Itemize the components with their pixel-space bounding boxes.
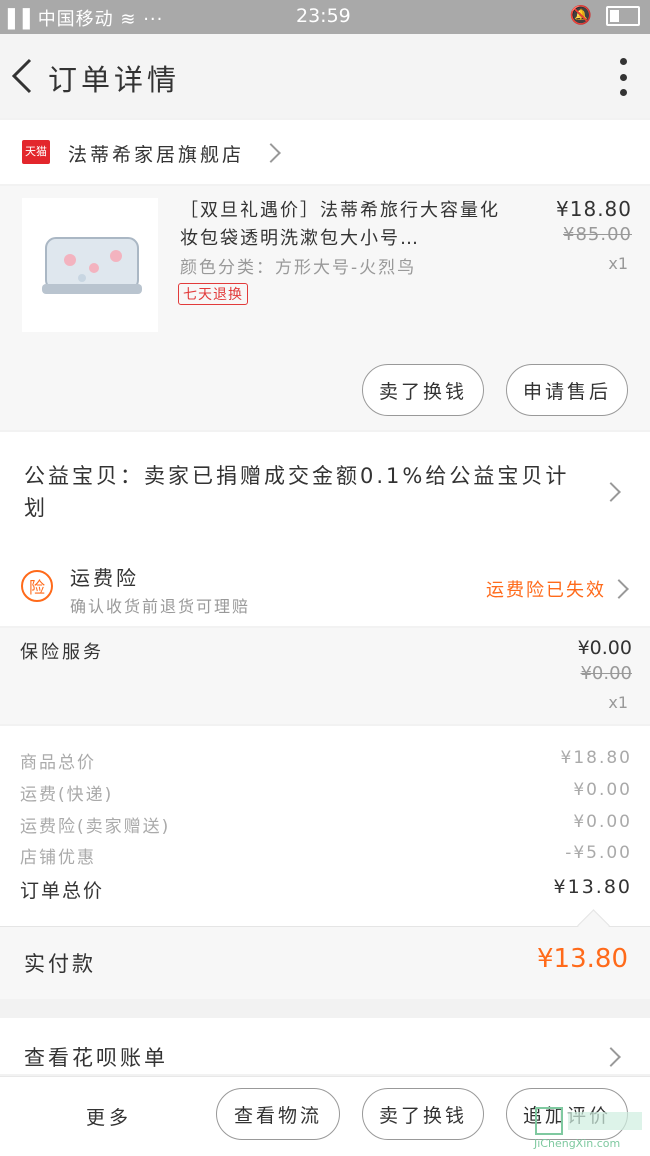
carrier-text: ▌▌中国移动 ≋ ··· bbox=[8, 9, 164, 30]
battery-icon bbox=[606, 5, 640, 26]
summary-row: 运费险(卖家赠送) ¥0.00 bbox=[20, 812, 632, 837]
paid-value: ¥13.80 bbox=[537, 944, 628, 974]
page-title: 订单详情 bbox=[48, 63, 181, 97]
insurance-status[interactable]: 运费险已失效 bbox=[486, 576, 606, 602]
insurance-icon: 险 bbox=[21, 570, 53, 602]
product-attributes: 颜色分类：方形大号-火烈鸟 bbox=[180, 258, 417, 278]
return-policy-badge: 七天退换 bbox=[178, 283, 248, 305]
status-bar: ▌▌中国移动 ≋ ··· 23:59 🔕 bbox=[0, 0, 650, 34]
product-original-price: ¥85.00 bbox=[563, 224, 632, 245]
charity-text: 公益宝贝：卖家已捐赠成交金额0.1%给公益宝贝计划 bbox=[24, 464, 570, 520]
sell-button[interactable]: 卖了换钱 bbox=[362, 364, 484, 416]
mute-bell-icon: 🔕 bbox=[569, 5, 592, 26]
shop-name[interactable]: 法蒂希家居旗舰店 bbox=[68, 140, 244, 167]
summary-row: 运费(快递) ¥0.00 bbox=[20, 780, 632, 805]
tmall-logo: 天猫 bbox=[22, 140, 50, 164]
paid-label: 实付款 bbox=[24, 952, 96, 976]
sell-button-bottom[interactable]: 卖了换钱 bbox=[362, 1088, 484, 1140]
service-quantity: x1 bbox=[608, 693, 628, 712]
clock: 23:59 bbox=[296, 5, 351, 27]
product-quantity: x1 bbox=[608, 254, 628, 273]
summary-row: 店铺优惠 -¥5.00 bbox=[20, 843, 632, 868]
view-logistics-button[interactable]: 查看物流 bbox=[216, 1088, 340, 1140]
service-name: 保险服务 bbox=[20, 642, 104, 663]
huabei-label[interactable]: 查看花呗账单 bbox=[24, 1042, 168, 1072]
overflow-menu-icon[interactable] bbox=[618, 58, 628, 96]
insurance-subtitle: 确认收货前退货可理赔 bbox=[70, 597, 251, 616]
after-sale-button[interactable]: 申请售后 bbox=[506, 364, 628, 416]
summary-row: 商品总价 ¥18.80 bbox=[20, 748, 632, 773]
more-button[interactable]: 更多 bbox=[86, 1103, 132, 1130]
service-original-price: ¥0.00 bbox=[580, 663, 632, 684]
product-title[interactable]: ［双旦礼遇价］法蒂希旅行大容量化妆包袋透明洗漱包大小号… bbox=[180, 197, 500, 253]
watermark-logo: JiChengXin.com bbox=[534, 1106, 646, 1152]
service-price: ¥0.00 bbox=[577, 637, 632, 659]
product-image[interactable] bbox=[22, 198, 158, 332]
order-total-row: 订单总价 ¥13.80 bbox=[20, 876, 632, 902]
product-price: ¥18.80 bbox=[556, 197, 632, 221]
back-button[interactable] bbox=[6, 52, 42, 100]
status-icons: 🔕 bbox=[570, 5, 640, 26]
nav-header: 订单详情 bbox=[0, 34, 650, 118]
insurance-title: 运费险 bbox=[70, 566, 139, 590]
